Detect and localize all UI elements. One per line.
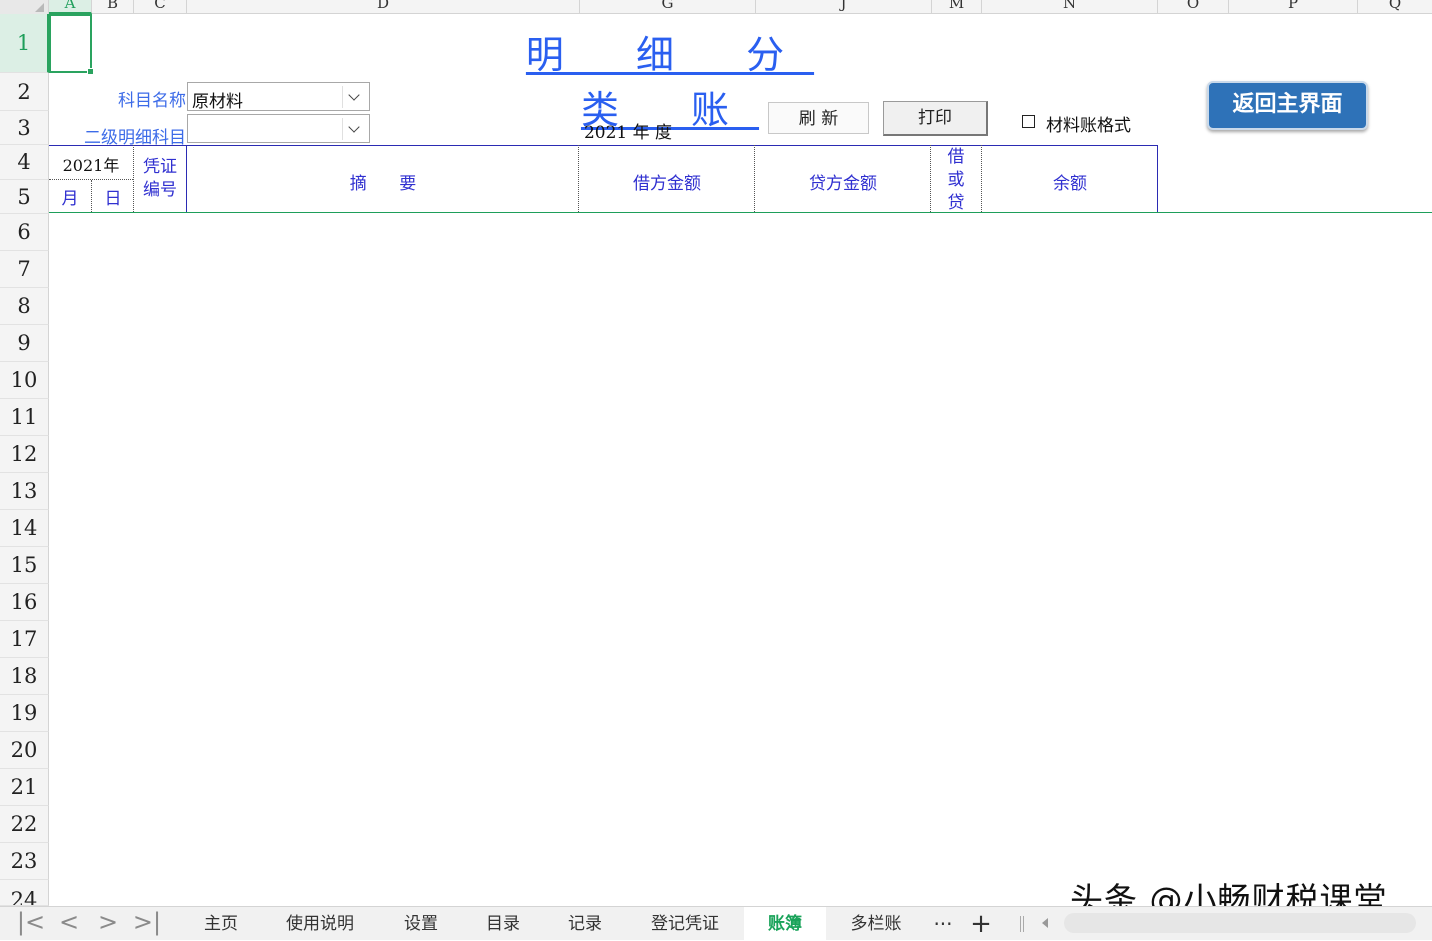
row-header-20[interactable]: 20 — [0, 732, 49, 769]
refresh-button[interactable]: 刷 新 — [768, 102, 869, 134]
tab-instructions[interactable]: 使用说明 — [272, 907, 368, 941]
column-header-q[interactable]: Q — [1358, 0, 1432, 14]
scroll-left-icon[interactable] — [1042, 918, 1048, 928]
row-header-12[interactable]: 12 — [0, 436, 49, 473]
column-header-b[interactable]: B — [92, 0, 134, 14]
header-debit: 借方金额 — [633, 174, 701, 194]
subject-value: 原材料 — [192, 92, 243, 112]
row-header-1[interactable]: 1 — [0, 14, 49, 73]
header-year: 2021年 — [62, 156, 120, 175]
fill-handle[interactable] — [87, 68, 94, 75]
row-header-22[interactable]: 22 — [0, 806, 49, 843]
header-voucher: 凭证编号 — [143, 157, 177, 200]
row-header-7[interactable]: 7 — [0, 251, 49, 288]
column-header-n[interactable]: N — [982, 0, 1158, 14]
row-header-6[interactable]: 6 — [0, 214, 49, 251]
next-sheet-icon[interactable]: > — [93, 909, 123, 939]
last-sheet-icon[interactable]: >| — [132, 909, 162, 939]
column-header-g[interactable]: G — [580, 0, 756, 14]
tab-catalog[interactable]: 目录 — [462, 907, 544, 941]
row-header-24[interactable]: 24 — [0, 880, 49, 906]
horizontal-scrollbar[interactable] — [1064, 913, 1416, 933]
tab-settings[interactable]: 设置 — [380, 907, 462, 941]
chevron-down-icon[interactable] — [342, 86, 367, 108]
header-debit-or-credit: 借或贷 — [947, 147, 965, 212]
column-header-m[interactable]: M — [932, 0, 982, 14]
header-credit: 贷方金额 — [809, 174, 877, 194]
active-cell-a1[interactable] — [49, 14, 94, 75]
row-header-13[interactable]: 13 — [0, 473, 49, 510]
header-day: 日 — [104, 189, 122, 209]
column-header-c[interactable]: C — [134, 0, 187, 14]
column-header-o[interactable]: O — [1158, 0, 1229, 14]
row-header-15[interactable]: 15 — [0, 547, 49, 584]
sub-subject-dropdown[interactable] — [187, 114, 370, 143]
tab-records[interactable]: 记录 — [544, 907, 626, 941]
row-header-18[interactable]: 18 — [0, 658, 49, 695]
select-all-corner[interactable] — [0, 0, 49, 14]
row-header-11[interactable]: 11 — [0, 399, 49, 436]
first-sheet-icon[interactable]: |< — [16, 909, 46, 939]
row-header-10[interactable]: 10 — [0, 362, 49, 399]
column-header-j[interactable]: J — [756, 0, 932, 14]
material-format-checkbox[interactable] — [1022, 115, 1035, 128]
header-summary: 摘 要 — [349, 174, 417, 194]
row-header-5[interactable]: 5 — [0, 180, 49, 214]
tab-register-voucher[interactable]: 登记凭证 — [636, 907, 734, 941]
row-header-8[interactable]: 8 — [0, 288, 49, 325]
column-header-a[interactable]: A — [49, 0, 92, 14]
subject-dropdown[interactable]: 原材料 — [187, 82, 370, 112]
chevron-down-icon[interactable] — [342, 118, 367, 140]
row-header-17[interactable]: 17 — [0, 621, 49, 658]
column-header-bar: A B C D G J M N O P Q — [0, 0, 1432, 14]
material-format-label: 材料账格式 — [1046, 116, 1131, 136]
more-sheets-icon[interactable]: ··· — [928, 907, 958, 941]
header-month: 月 — [61, 189, 79, 209]
row-header-14[interactable]: 14 — [0, 510, 49, 547]
row-header-16[interactable]: 16 — [0, 584, 49, 621]
header-top-border — [49, 145, 1158, 146]
year-label: 2021 年 度 — [583, 123, 673, 143]
tab-ledger[interactable]: 账簿 — [744, 907, 826, 941]
column-header-d[interactable]: D — [187, 0, 580, 14]
row-header-21[interactable]: 21 — [0, 769, 49, 806]
subject-label: 科目名称 — [118, 91, 186, 111]
row-header-4[interactable]: 4 — [0, 145, 49, 180]
splitter-handle[interactable] — [1020, 916, 1024, 932]
row-header-2[interactable]: 2 — [0, 73, 49, 111]
tab-multi-column-ledger[interactable]: 多栏账 — [834, 907, 918, 941]
ledger-title: 明 细 分 类 账 — [525, 33, 815, 132]
row-header-23[interactable]: 23 — [0, 843, 49, 880]
header-balance: 余额 — [1053, 174, 1087, 194]
header-divider-year — [49, 179, 133, 180]
column-header-p[interactable]: P — [1229, 0, 1358, 14]
prev-sheet-icon[interactable]: < — [54, 909, 84, 939]
tab-home[interactable]: 主页 — [180, 907, 262, 941]
header-bottom-border — [49, 212, 1432, 213]
row-header-19[interactable]: 19 — [0, 695, 49, 732]
return-home-button[interactable]: 返回主界面 — [1207, 81, 1368, 130]
print-button[interactable]: 打印 — [883, 101, 988, 136]
row-header-3[interactable]: 3 — [0, 111, 49, 145]
add-sheet-icon[interactable]: + — [966, 907, 996, 941]
row-header-9[interactable]: 9 — [0, 325, 49, 362]
